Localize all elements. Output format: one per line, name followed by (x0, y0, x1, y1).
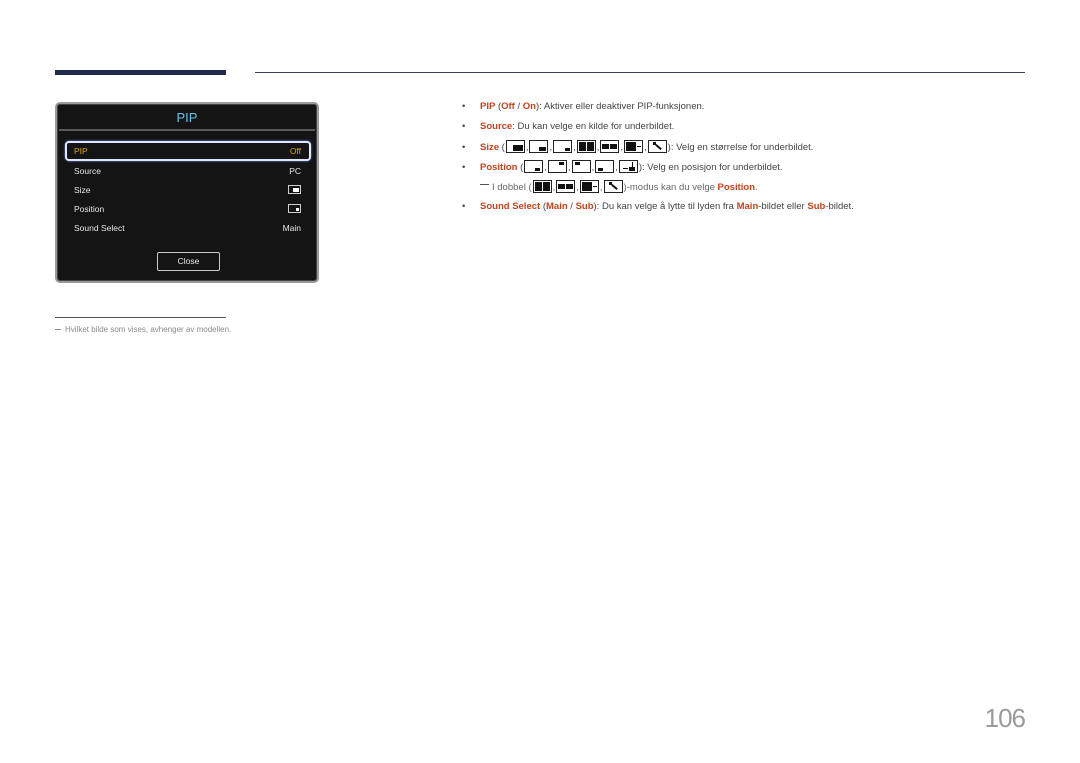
text: ): Aktiver eller deaktiver PIP-funksjone… (535, 101, 705, 112)
osd-row-label: Position (74, 204, 105, 214)
text: -bildet. (825, 201, 854, 212)
keyword: Size (480, 142, 500, 154)
text: ( (499, 142, 505, 154)
keyword: Main (546, 201, 568, 212)
pip-split-full-icon (576, 140, 596, 153)
text: I dobbel ( (492, 182, 532, 194)
pip-split-wide-icon (556, 180, 576, 193)
position-top-right-icon (547, 160, 567, 173)
osd-row-pip[interactable]: PIP Off (65, 141, 311, 161)
keyword: Position (717, 182, 756, 194)
osd-row-value: PC (289, 166, 301, 176)
note-dash (55, 329, 61, 331)
osd-row-value: Off (289, 146, 301, 156)
text: ): Velg en størrelse for underbildet. (667, 142, 814, 154)
osd-row-source[interactable]: Source PC (65, 161, 311, 181)
position-bottom-left-icon (595, 160, 615, 173)
note-dash (480, 184, 489, 185)
pip-pbp-icon (579, 180, 599, 193)
pip-size-small-icon (553, 140, 573, 153)
osd-row-sound-select[interactable]: Sound Select Main (65, 218, 311, 238)
text: ( (517, 162, 524, 174)
keyword: Main (736, 201, 759, 212)
text: : Du kan velge en kilde for underbildet. (512, 121, 675, 132)
pip-size-small-icon (288, 185, 301, 194)
text: / (567, 201, 576, 212)
pip-size-large-icon (505, 140, 525, 153)
pip-diagonal-icon (647, 140, 667, 153)
pip-size-medium-icon (529, 140, 549, 153)
pip-split-full-icon (532, 180, 552, 193)
keyword: Off (501, 101, 515, 112)
osd-row-label: Sound Select (74, 223, 125, 233)
pip-position-bottom-right-icon (288, 204, 301, 213)
close-button[interactable]: Close (157, 252, 220, 271)
keyword: On (522, 101, 536, 112)
bullet: • (462, 162, 466, 173)
header-accent-bar (55, 70, 226, 75)
keyword: Position (480, 162, 518, 174)
position-custom-icon (618, 160, 638, 173)
osd-row-label: Size (74, 185, 91, 195)
osd-row-label: PIP (74, 146, 88, 156)
text: / (514, 101, 523, 112)
header-rule (255, 72, 1025, 73)
bullet: • (462, 121, 466, 132)
pip-osd-menu: PIP PIP Off Source PC Size Position Soun… (55, 102, 319, 283)
osd-row-value: Main (282, 223, 301, 233)
pip-pbp-icon (624, 140, 644, 153)
osd-title: PIP (176, 110, 198, 125)
pip-split-wide-icon (600, 140, 620, 153)
footnote-text: Hvilket bilde som vises, avhenger av mod… (65, 325, 232, 334)
text: ): Du kan velge å lytte til lyden fra (593, 201, 737, 212)
keyword: Sub (807, 201, 826, 212)
text: . (755, 182, 758, 194)
page-number: 106 (984, 703, 1026, 733)
osd-row-size[interactable]: Size (65, 180, 311, 200)
position-top-left-icon (571, 160, 591, 173)
text: -bildet eller (758, 201, 808, 212)
bullet: • (462, 101, 466, 112)
bullet: • (462, 201, 466, 212)
pip-diagonal-icon (603, 180, 623, 193)
text: )-modus kan du velge (623, 182, 718, 194)
osd-title-divider (59, 129, 315, 131)
keyword: Source (480, 121, 513, 132)
footnote-rule (55, 317, 226, 318)
osd-row-label: Source (74, 166, 101, 176)
position-bottom-right-icon (524, 160, 544, 173)
keyword: Sound Select (480, 201, 541, 212)
osd-row-position[interactable]: Position (65, 199, 311, 219)
text: ): Velg en posisjon for underbildet. (638, 162, 783, 174)
footnote: Hvilket bilde som vises, avhenger av mod… (55, 325, 231, 334)
keyword: PIP (480, 101, 496, 112)
bullet: • (462, 142, 466, 153)
keyword: Sub (575, 201, 594, 212)
